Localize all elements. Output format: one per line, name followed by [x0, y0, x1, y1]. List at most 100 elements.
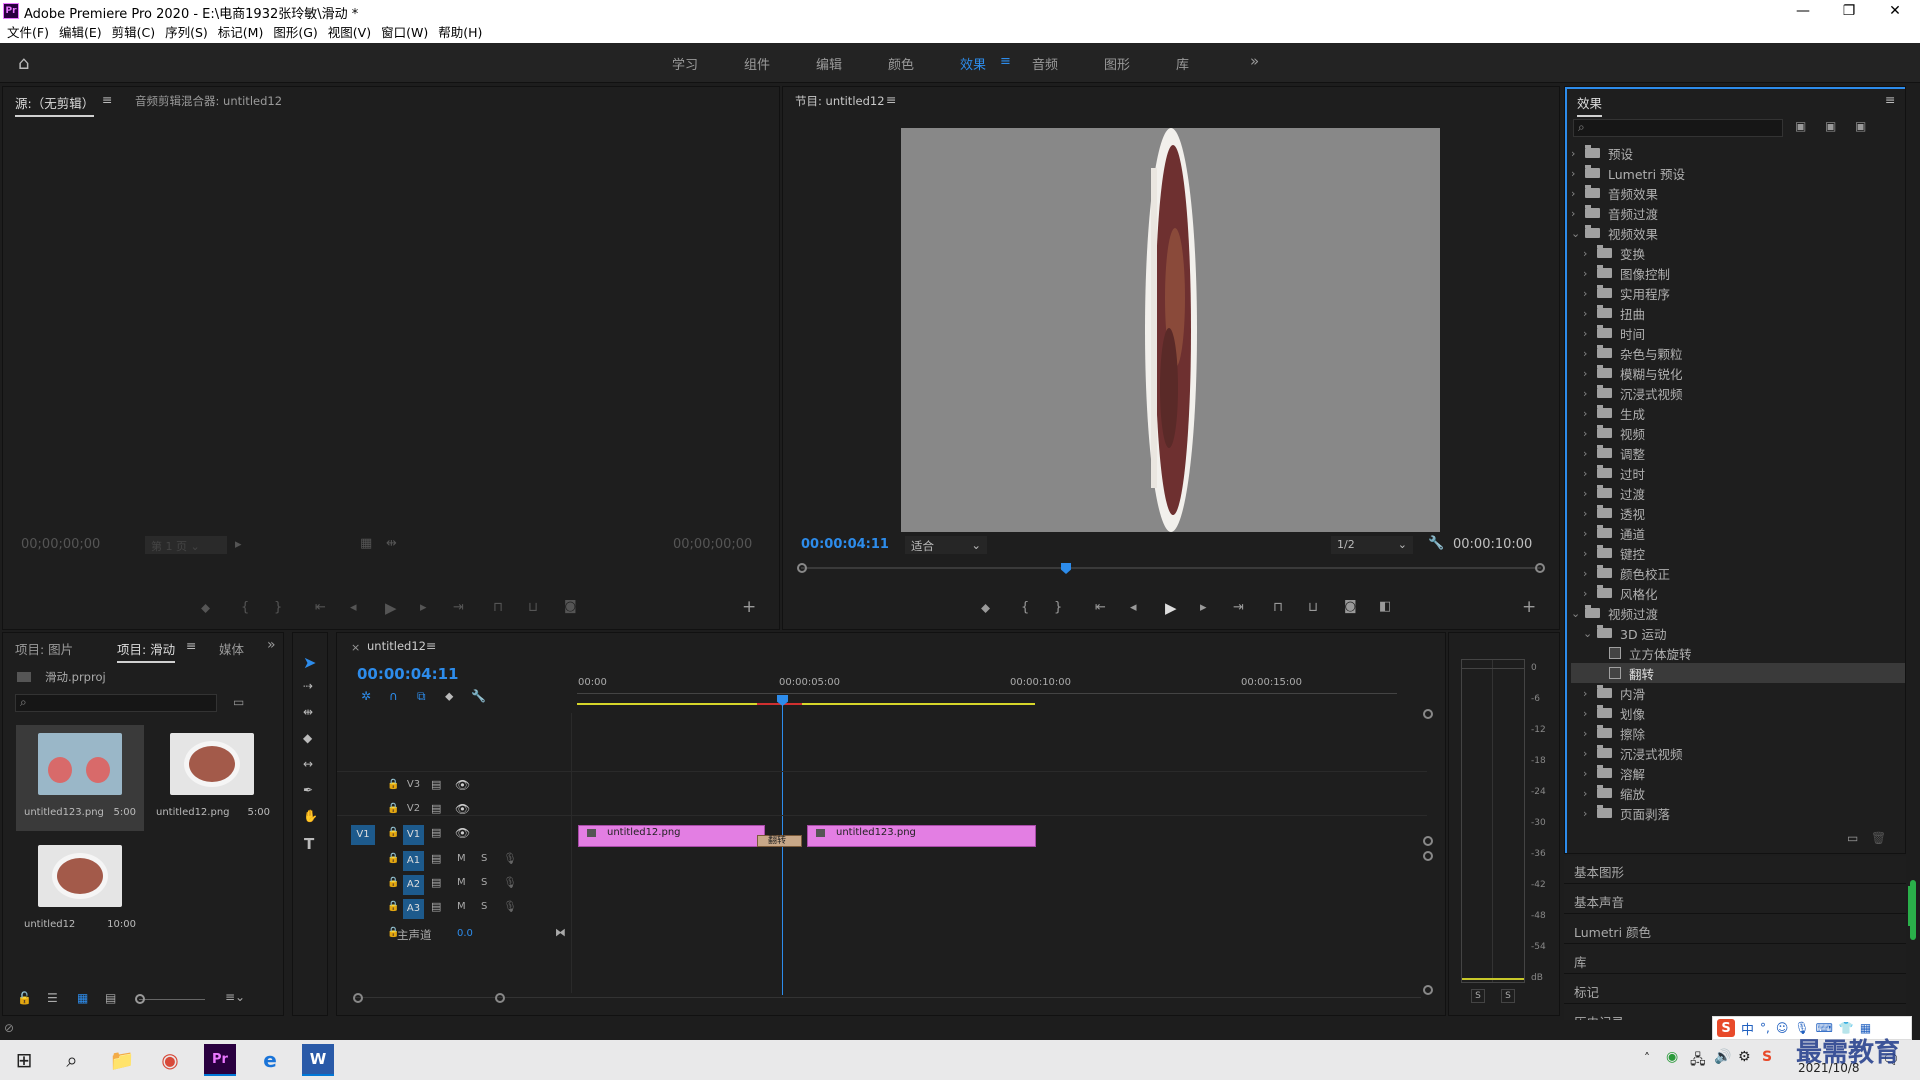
program-scrubber[interactable] [801, 567, 1541, 569]
effects-tree-item[interactable]: › 通道 [1583, 523, 1905, 543]
track-lock-icon[interactable]: 🔒 [387, 779, 399, 790]
word-icon[interactable]: W [302, 1044, 334, 1076]
export-frame-icon[interactable]: ◙ [1344, 599, 1357, 614]
v-scroll-handle[interactable] [1423, 836, 1433, 846]
track-lock-icon[interactable]: 🔒 [387, 803, 399, 814]
workspace-assembly[interactable]: 组件 [744, 54, 770, 73]
linked-selection-icon[interactable]: ⧉ [417, 689, 426, 704]
sync-lock-icon[interactable]: ▤ [431, 826, 441, 839]
tray-expand-icon[interactable]: ˄ [1644, 1051, 1650, 1065]
lock-icon[interactable]: 🔓 [17, 991, 32, 1005]
panel-menu-icon[interactable]: ≡ [886, 92, 896, 107]
ime-tray-icon[interactable]: ⚙ [1738, 1049, 1751, 1065]
accelerated-effects-icon[interactable]: ▣ [1795, 119, 1806, 133]
track-lock-icon[interactable]: 🔒 [387, 877, 399, 888]
step-back-icon[interactable]: ◂ [1130, 600, 1137, 615]
panel-scrollbar[interactable] [1910, 880, 1916, 940]
chevron-right-icon[interactable]: › [1583, 707, 1597, 720]
tab-source[interactable]: 源:（无剪辑） [15, 93, 95, 117]
effects-tree-item[interactable]: › Lumetri 预设 [1571, 163, 1905, 183]
tab-media[interactable]: 媒体 [219, 639, 244, 658]
chevron-right-icon[interactable]: › [1583, 427, 1597, 440]
more-workspaces-icon[interactable]: » [1250, 52, 1259, 70]
chevron-right-icon[interactable]: › [1583, 687, 1597, 700]
effects-tree-item[interactable]: › 变换 [1583, 243, 1905, 263]
h-scroll-start[interactable] [353, 993, 363, 1003]
effects-tree-item[interactable]: › 键控 [1583, 543, 1905, 563]
menu-view[interactable]: 视图(V) [328, 22, 371, 43]
effects-tree-item[interactable]: › 图像控制 [1583, 263, 1905, 283]
chevron-right-icon[interactable]: › [1583, 507, 1597, 520]
32bit-effects-icon[interactable]: ▣ [1825, 119, 1836, 133]
chevron-right-icon[interactable]: › [1583, 287, 1597, 300]
program-playhead[interactable] [1061, 563, 1071, 574]
menu-file[interactable]: 文件(F) [7, 22, 49, 43]
track-lock-icon[interactable]: 🔒 [387, 853, 399, 864]
marker-icon[interactable]: ⬥ [201, 601, 210, 616]
chevron-right-icon[interactable]: › [1571, 167, 1585, 180]
effects-tree-item[interactable]: › 内滑 [1583, 683, 1905, 703]
solo-right-button[interactable]: S [1501, 989, 1515, 1003]
extract-icon[interactable]: ⊔ [1308, 600, 1318, 615]
chevron-right-icon[interactable]: › [1583, 367, 1597, 380]
mark-in-icon[interactable]: { [241, 600, 249, 615]
chevron-right-icon[interactable]: › [1583, 407, 1597, 420]
tab-audio-clip-mixer[interactable]: 音频剪辑混合器: untitled12 [135, 93, 282, 109]
panel-lumetri-color[interactable]: Lumetri 颜色 [1564, 916, 1906, 944]
menu-clip[interactable]: 剪辑(C) [112, 22, 155, 43]
export-frame-icon[interactable]: ◙ [564, 599, 577, 614]
close-tab-icon[interactable]: × [351, 641, 360, 654]
razor-tool-icon[interactable]: ◆ [303, 731, 312, 745]
windows-start-icon[interactable]: ⊞ [8, 1044, 40, 1076]
mark-in-icon[interactable]: { [1021, 600, 1029, 615]
tab-project-pictures[interactable]: 项目: 图片 [15, 639, 73, 658]
sogou-icon[interactable]: S [1717, 1019, 1735, 1037]
master-expand-icon[interactable]: ⧓ [555, 926, 566, 939]
effects-tree-item[interactable]: › 生成 [1583, 403, 1905, 423]
list-view-icon[interactable]: ☰ [47, 991, 58, 1005]
volume-icon[interactable]: 🔊 [1714, 1049, 1731, 1065]
chevron-right-icon[interactable]: › [1583, 447, 1597, 460]
chrome-icon[interactable]: ◉ [154, 1044, 186, 1076]
source-patch-v1[interactable]: V1 [351, 825, 375, 845]
play-icon[interactable]: ▶ [385, 599, 397, 617]
settings-icon[interactable]: ▦ [360, 536, 372, 551]
track-label[interactable]: V3 [403, 779, 424, 790]
tray-security-icon[interactable]: ◉ [1666, 1049, 1678, 1065]
chevron-right-icon[interactable]: › [1583, 567, 1597, 580]
chevron-right-icon[interactable]: › [1571, 147, 1585, 160]
menu-help[interactable]: 帮助(H) [438, 22, 482, 43]
home-icon[interactable]: ⌂ [18, 53, 29, 74]
comparison-view-icon[interactable]: ◧ [1379, 599, 1391, 614]
effects-tree-item[interactable]: › 缩放 [1583, 783, 1905, 803]
effects-tree-item[interactable]: › 溶解 [1583, 763, 1905, 783]
effects-search-input[interactable]: ⌕ [1573, 119, 1783, 137]
effects-tree-item[interactable]: › 透视 [1583, 503, 1905, 523]
go-to-out-icon[interactable]: ⇥ [1233, 600, 1244, 615]
effects-tree-item[interactable]: › 音频过渡 [1571, 203, 1905, 223]
track-lock-icon[interactable]: 🔒 [387, 901, 399, 912]
fit-icon[interactable]: ⇹ [386, 536, 397, 551]
voiceover-icon[interactable]: 🎙 [503, 876, 517, 889]
play-icon[interactable]: ▶ [1165, 599, 1177, 617]
premiere-taskbar-icon[interactable]: Pr [204, 1044, 236, 1076]
clip-untitled123[interactable]: untitled123.png [807, 825, 1036, 847]
effects-tree-item[interactable]: › 杂色与颗粒 [1583, 343, 1905, 363]
track-label[interactable]: A2 [403, 875, 424, 895]
track-label[interactable]: V1 [403, 825, 424, 845]
ime-mode[interactable]: 中 [1741, 1019, 1754, 1038]
workspace-learn[interactable]: 学习 [672, 54, 698, 73]
resolution-select[interactable]: 1/2 ⌄ [1331, 536, 1413, 554]
effects-tree-item[interactable]: › 过渡 [1583, 483, 1905, 503]
sync-lock-icon[interactable]: ▤ [431, 778, 441, 791]
menu-graphics[interactable]: 图形(G) [273, 22, 317, 43]
maximize-icon[interactable]: ❐ [1826, 0, 1872, 22]
effects-tree-item[interactable]: ⌄ 3D 运动 [1583, 623, 1905, 643]
sync-lock-icon[interactable]: ▤ [431, 802, 441, 815]
chevron-right-icon[interactable]: › [1583, 527, 1597, 540]
chevron-right-icon[interactable]: › [1583, 327, 1597, 340]
page-select[interactable]: 第 1 页 ⌄ [145, 536, 227, 554]
snap-icon[interactable]: ∩ [389, 689, 398, 703]
time-ruler[interactable] [577, 693, 1397, 694]
search-icon[interactable]: ⌕ [56, 1044, 88, 1076]
